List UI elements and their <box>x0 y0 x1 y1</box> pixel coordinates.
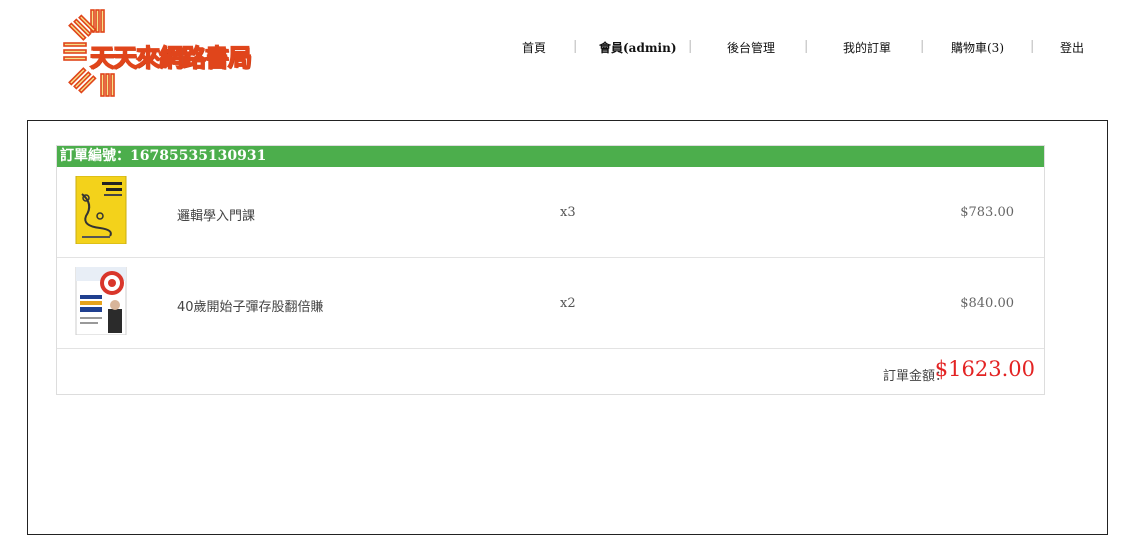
item-quantity: x2 <box>560 296 576 311</box>
nav-separator: | <box>573 39 578 54</box>
nav-separator: | <box>920 39 925 54</box>
book-cover-image[interactable] <box>74 267 128 335</box>
order-number: 16785535130931 <box>130 148 267 164</box>
nav-my-orders[interactable]: 我的訂單 <box>843 39 891 56</box>
item-quantity: x3 <box>560 205 576 220</box>
nav-logout[interactable]: 登出 <box>1060 39 1084 56</box>
book-cover-image[interactable] <box>74 176 128 244</box>
nav-separator: | <box>1030 39 1035 54</box>
order-number-label: 訂單編號： <box>60 148 130 164</box>
order-total-row: 訂單金額： $1623.00 <box>57 349 1044 394</box>
order-item-row: 邏輯學入門課 x3 $783.00 <box>57 167 1044 258</box>
nav-cart[interactable]: 購物車(3) <box>951 39 1004 56</box>
order-header: 訂單編號：16785535130931 <box>57 146 1044 167</box>
nav-separator: | <box>804 39 809 54</box>
order-card: 訂單編號：16785535130931 邏輯學入門課 x3 $783.00 40… <box>56 145 1045 395</box>
item-title[interactable]: 40歲開始子彈存股翻倍賺 <box>177 296 324 315</box>
order-item-row: 40歲開始子彈存股翻倍賺 x2 $840.00 <box>57 258 1044 349</box>
item-title[interactable]: 邏輯學入門課 <box>177 205 255 224</box>
nav-home[interactable]: 首頁 <box>522 39 546 56</box>
site-header: 天天來網路書局 首頁 | 會員(admin) | 後台管理 | 我的訂單 | 購… <box>0 0 1127 110</box>
nav-member[interactable]: 會員(admin) <box>599 39 677 56</box>
item-price: $783.00 <box>960 205 1014 220</box>
item-price: $840.00 <box>960 296 1014 311</box>
top-nav: 首頁 | 會員(admin) | 後台管理 | 我的訂單 | 購物車(3) | … <box>0 39 1127 57</box>
orders-panel: 訂單編號：16785535130931 邏輯學入門課 x3 $783.00 40… <box>27 120 1108 535</box>
order-total-amount: $1623.00 <box>934 357 1035 381</box>
nav-separator: | <box>688 39 693 54</box>
nav-admin[interactable]: 後台管理 <box>727 39 775 56</box>
